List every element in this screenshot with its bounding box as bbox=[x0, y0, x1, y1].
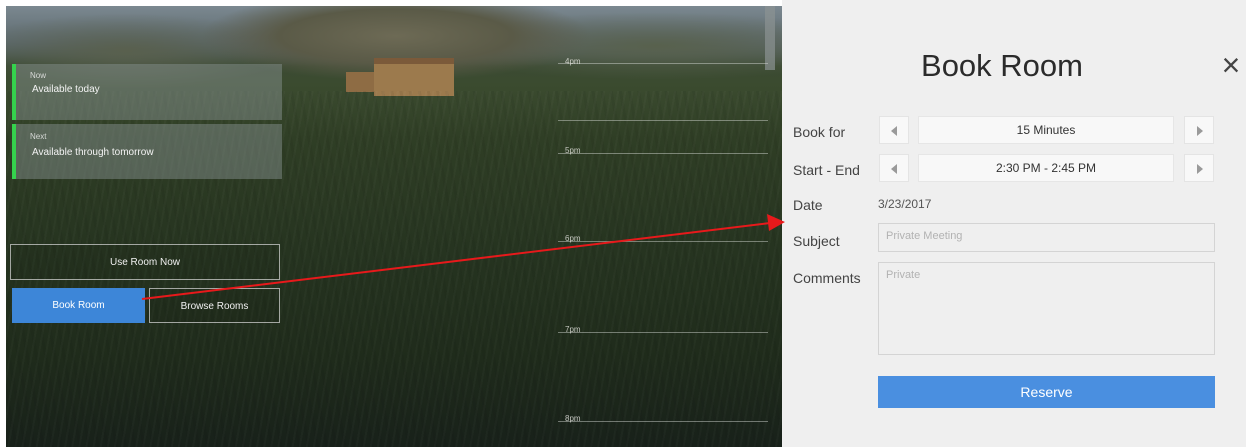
use-room-now-button[interactable]: Use Room Now bbox=[10, 244, 280, 280]
timeline-label: 5pm bbox=[565, 146, 581, 155]
timeline-label: 8pm bbox=[565, 414, 581, 423]
farmhouse-annex bbox=[346, 72, 376, 92]
book-room-button[interactable]: Book Room bbox=[12, 288, 145, 323]
date-value: 3/23/2017 bbox=[878, 197, 932, 211]
timeline-label: 4pm bbox=[565, 57, 581, 66]
comments-textarea[interactable]: Private bbox=[878, 262, 1215, 355]
status-card-now: Now Available today bbox=[12, 64, 282, 120]
timeline-row bbox=[558, 241, 768, 242]
browse-rooms-button[interactable]: Browse Rooms bbox=[149, 288, 280, 323]
status-card-text: Available today bbox=[32, 84, 100, 95]
close-icon[interactable]: × bbox=[1216, 49, 1246, 81]
timeline-row bbox=[558, 153, 768, 154]
timeline-row bbox=[558, 421, 768, 422]
start-end-decrease-icon[interactable] bbox=[879, 154, 909, 182]
book-for-value[interactable]: 15 Minutes bbox=[918, 116, 1174, 144]
status-card-text: Available through tomorrow bbox=[32, 147, 154, 158]
status-card-heading: Next bbox=[30, 132, 47, 141]
timeline-label: 6pm bbox=[565, 234, 581, 243]
panel-title: Book Room bbox=[921, 48, 1083, 83]
date-label: Date bbox=[793, 197, 823, 213]
book-room-panel: Book Room × Book for 15 Minutes Start - … bbox=[782, 0, 1246, 447]
comments-label: Comments bbox=[793, 270, 861, 286]
start-end-label: Start - End bbox=[793, 162, 860, 178]
status-card-next: Next Available through tomorrow bbox=[12, 124, 282, 179]
timeline-row bbox=[558, 332, 768, 333]
subject-input[interactable]: Private Meeting bbox=[878, 223, 1215, 252]
book-for-label: Book for bbox=[793, 124, 846, 140]
subject-label: Subject bbox=[793, 233, 840, 249]
start-end-value[interactable]: 2:30 PM - 2:45 PM bbox=[918, 154, 1174, 182]
timeline-scrollbar[interactable] bbox=[765, 6, 775, 70]
start-end-increase-icon[interactable] bbox=[1184, 154, 1214, 182]
reserve-button[interactable]: Reserve bbox=[878, 376, 1215, 408]
timeline-row bbox=[558, 63, 768, 64]
status-card-heading: Now bbox=[30, 71, 47, 80]
timeline-row bbox=[558, 120, 768, 121]
timeline-label: 7pm bbox=[565, 325, 581, 334]
book-for-increase-icon[interactable] bbox=[1184, 116, 1214, 144]
book-for-decrease-icon[interactable] bbox=[879, 116, 909, 144]
